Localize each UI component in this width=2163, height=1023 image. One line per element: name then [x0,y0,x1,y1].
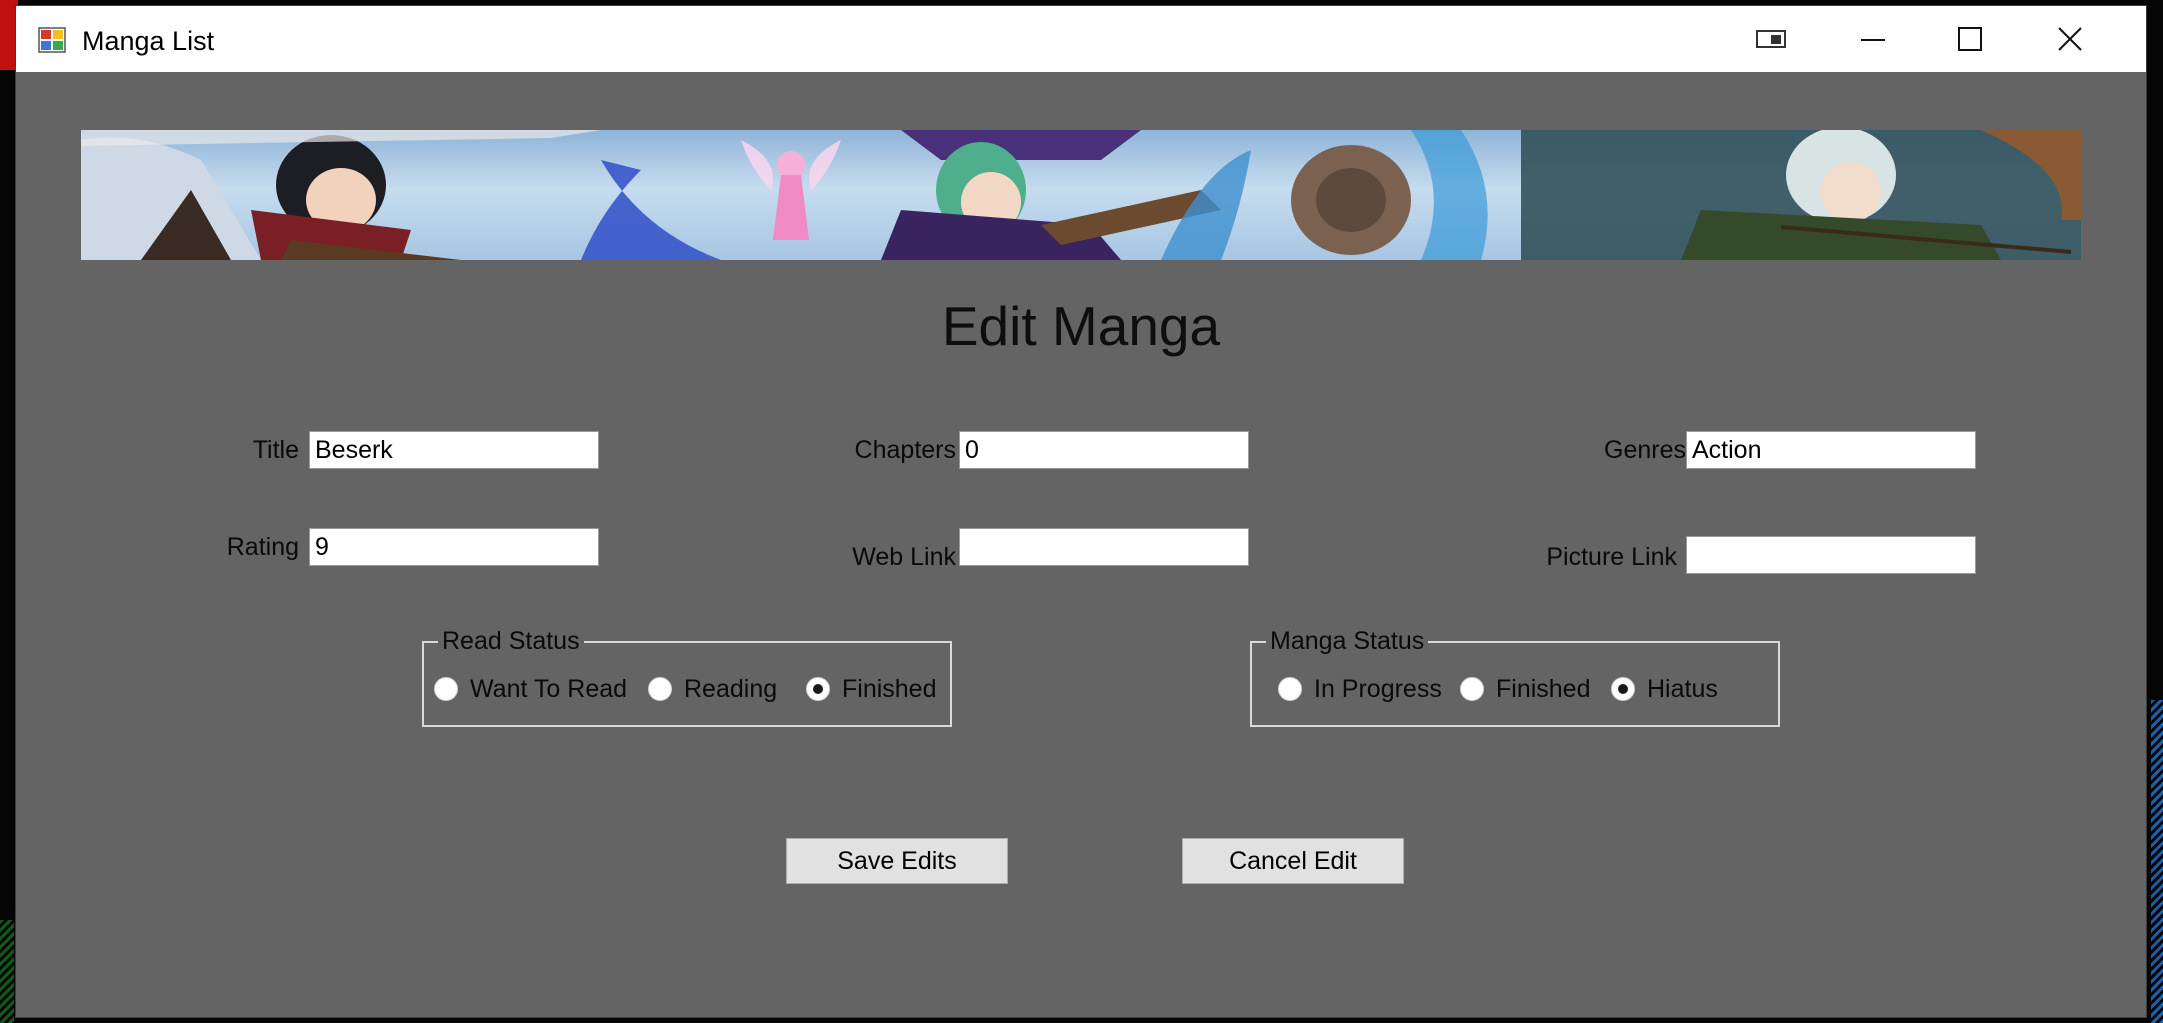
read-status-reading-radio[interactable]: Reading [648,673,777,705]
minimize-icon [1861,39,1885,41]
read-status-want-to-read-radio[interactable]: Want To Read [434,673,627,705]
close-button[interactable] [2021,6,2119,72]
rating-input[interactable] [309,528,599,566]
picture-link-label: Picture Link [1546,543,1677,571]
save-edits-button[interactable]: Save Edits [786,838,1008,884]
genres-input[interactable] [1686,431,1976,469]
anime-banner-artwork [81,130,2081,260]
radio-button-checked-icon[interactable] [1611,677,1635,701]
manga-status-group: Manga Status In Progress Finished Hiatus [1250,626,1780,727]
chapters-input[interactable] [959,431,1249,469]
radio-label: In Progress [1314,674,1442,703]
title-bar[interactable]: Manga List [16,6,2146,72]
radio-label: Hiatus [1647,674,1718,703]
radio-button-icon[interactable] [1460,677,1484,701]
cancel-edit-button[interactable]: Cancel Edit [1182,838,1404,884]
close-icon [2058,27,2082,51]
snap-layout-icon [1756,30,1786,48]
radio-label: Finished [842,674,937,703]
radio-button-icon[interactable] [648,677,672,701]
radio-label: Want To Read [470,674,628,703]
radio-label: Reading [684,674,778,703]
manga-status-in-progress-radio[interactable]: In Progress [1278,673,1442,705]
read-status-finished-radio[interactable]: Finished [806,673,937,705]
manga-status-legend: Manga Status [1266,626,1429,656]
rating-label: Rating [226,533,299,561]
read-status-legend: Read Status [438,626,584,656]
page-heading: Edit Manga [941,295,1221,357]
radio-button-icon[interactable] [434,677,458,701]
radio-button-checked-icon[interactable] [806,677,830,701]
manga-status-hiatus-radio[interactable]: Hiatus [1611,673,1718,705]
chapters-label: Chapters [854,436,956,464]
picture-link-input[interactable] [1686,536,1976,574]
window-title: Manga List [82,26,215,56]
snap-layout-button[interactable] [1722,6,1820,72]
app-window: Manga List Edit Manga Title Beserk Chapt… [15,5,2147,1018]
desktop-background-green [0,920,14,1023]
web-link-input[interactable] [959,528,1249,566]
anime-banner-image [81,130,2081,260]
read-status-group: Read Status Want To Read Reading Finishe… [422,626,952,727]
web-link-label: Web Link [852,543,956,571]
maximize-icon [1958,27,1982,51]
radio-button-icon[interactable] [1278,677,1302,701]
manga-status-finished-radio[interactable]: Finished [1460,673,1591,705]
genres-label: Genres [1604,436,1686,464]
radio-label: Finished [1496,674,1591,703]
title-label: Title [252,436,299,464]
desktop-background-blue [2151,700,2163,1023]
maximize-button[interactable] [1921,6,2019,72]
title-input[interactable] [309,431,599,469]
app-window-icon [38,27,66,53]
minimize-button[interactable] [1824,6,1922,72]
